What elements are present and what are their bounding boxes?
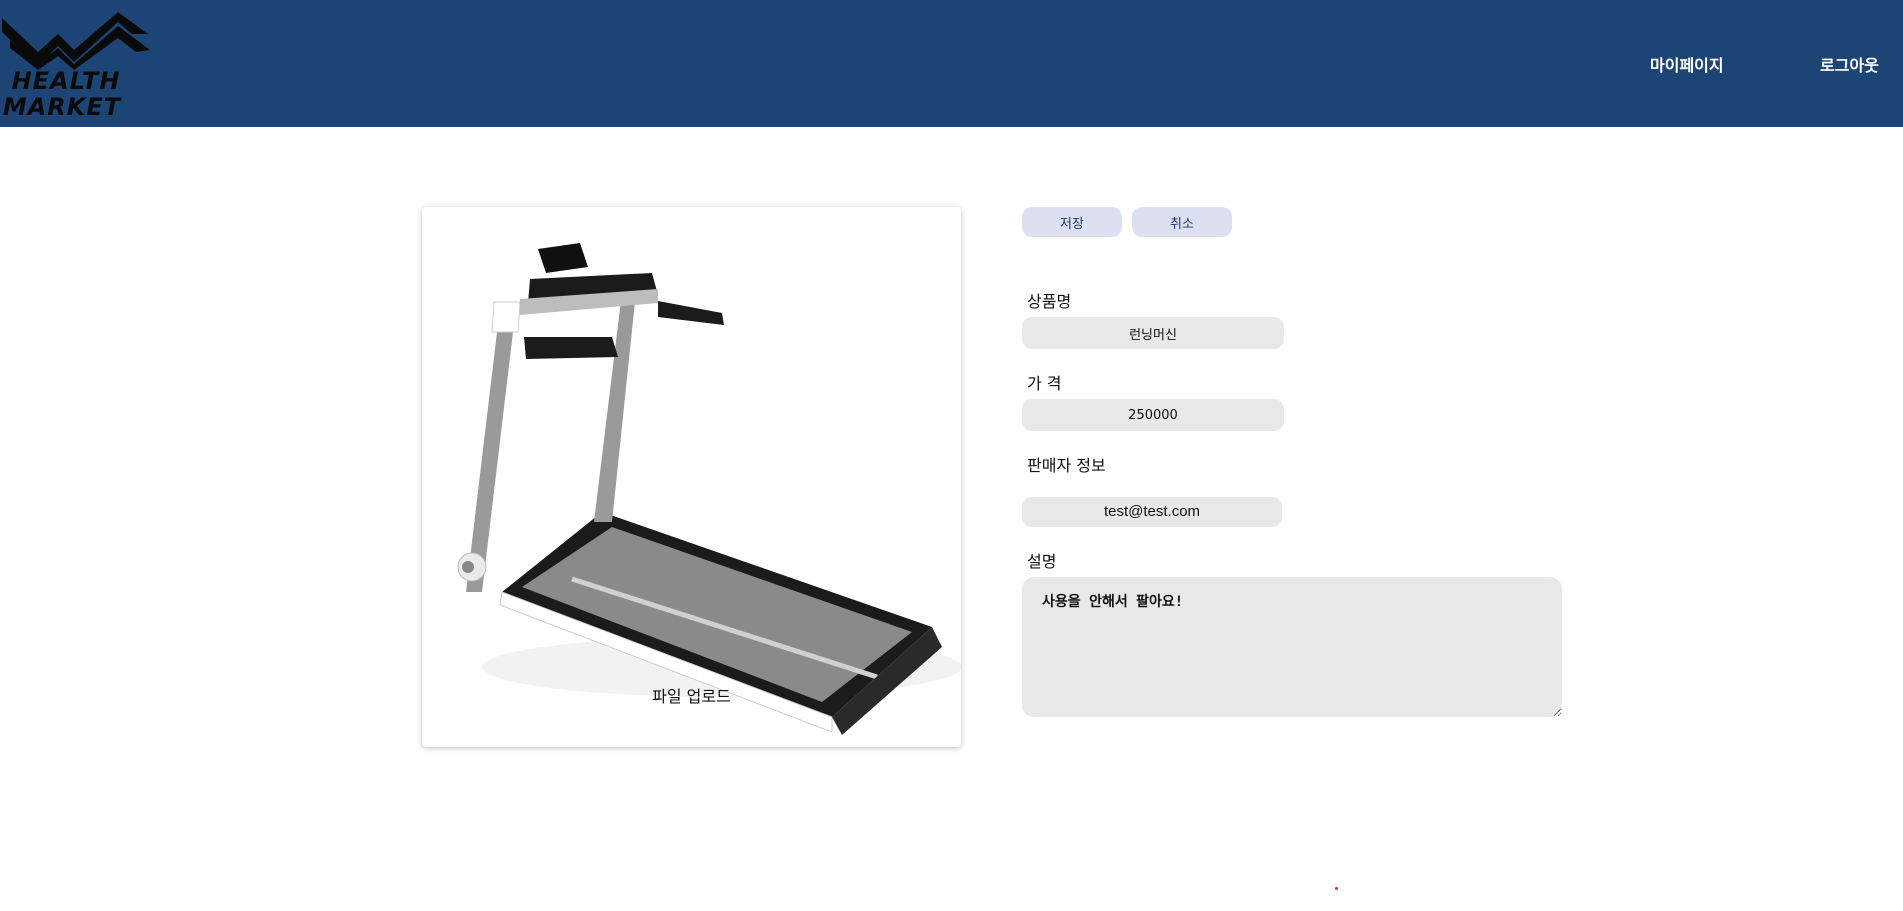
logo-mountain-icon bbox=[2, 12, 150, 70]
seller-info-label: 판매자 정보 bbox=[1027, 456, 1106, 475]
product-name-label: 상품명 bbox=[1027, 292, 1072, 311]
cancel-button[interactable]: 취소 bbox=[1132, 207, 1232, 237]
price-input[interactable] bbox=[1022, 399, 1284, 431]
product-image-card[interactable]: 파일 업로드 bbox=[422, 207, 961, 747]
logout-link[interactable]: 로그아웃 bbox=[1820, 52, 1879, 76]
description-label: 설명 bbox=[1027, 552, 1057, 571]
treadmill-image bbox=[457, 243, 961, 735]
price-label: 가 격 bbox=[1027, 374, 1062, 393]
top-header: HEALTH MARKET 마이페이지 로그아웃 bbox=[0, 0, 1903, 127]
mypage-link[interactable]: 마이페이지 bbox=[1650, 52, 1724, 76]
seller-email-field: test@test.com bbox=[1022, 497, 1282, 527]
stray-dot bbox=[1335, 887, 1338, 890]
brand-logo[interactable]: HEALTH MARKET bbox=[0, 4, 160, 122]
description-textarea[interactable]: 사용을 안해서 팔아요! bbox=[1022, 577, 1562, 717]
product-name-input[interactable] bbox=[1022, 317, 1284, 349]
save-button[interactable]: 저장 bbox=[1022, 207, 1122, 237]
brand-line1: HEALTH bbox=[11, 67, 121, 95]
file-upload-label[interactable]: 파일 업로드 bbox=[422, 683, 961, 707]
brand-line2: MARKET bbox=[2, 93, 122, 121]
